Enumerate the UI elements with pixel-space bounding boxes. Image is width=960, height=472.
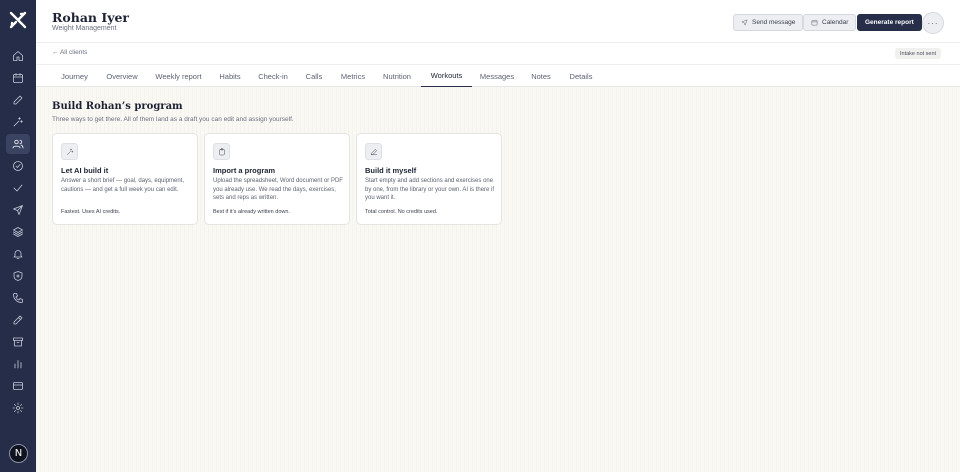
generate-report-button[interactable]: Generate report	[857, 14, 922, 31]
sub-bar: ← All clients Intake not sent	[36, 43, 960, 64]
option-card-build-myself[interactable]: Build it myself Start empty and add sect…	[356, 133, 502, 225]
tab-messages[interactable]: Messages	[477, 65, 517, 87]
edit-icon[interactable]	[9, 311, 27, 329]
card-title: Let AI build it	[61, 166, 109, 175]
shield-icon[interactable]	[9, 267, 27, 285]
tab-metrics[interactable]: Metrics	[335, 65, 371, 87]
tab-workouts[interactable]: Workouts	[421, 65, 472, 87]
tab-notes[interactable]: Notes	[526, 65, 556, 87]
option-card-ai-build[interactable]: Let AI build it Answer a short brief — g…	[52, 133, 198, 225]
card-footnote: Best if it’s already written down.	[213, 209, 290, 215]
app-logo[interactable]	[8, 10, 28, 30]
all-clients-link[interactable]: ← All clients	[52, 49, 87, 56]
card-footnote: Total control. No credits used.	[365, 209, 438, 215]
option-card-import[interactable]: Import a program Upload the spreadsheet,…	[204, 133, 350, 225]
send-icon[interactable]	[9, 201, 27, 219]
tab-habits[interactable]: Habits	[214, 65, 246, 87]
users-icon[interactable]	[6, 134, 30, 154]
calendar-button[interactable]: Calendar	[803, 14, 857, 31]
bar-chart-icon[interactable]	[9, 355, 27, 373]
tab-overview[interactable]: Overview	[101, 65, 143, 87]
avatar[interactable]: N	[9, 444, 28, 463]
calendar-icon	[811, 20, 818, 26]
calendar-icon[interactable]	[9, 69, 27, 87]
archive-icon[interactable]	[9, 333, 27, 351]
generate-report-label: Generate report	[865, 19, 914, 26]
card-title: Build it myself	[365, 166, 417, 175]
layers-icon[interactable]	[9, 223, 27, 241]
clipboard-icon	[213, 143, 230, 160]
tab-nutrition[interactable]: Nutrition	[379, 65, 415, 87]
more-options-button[interactable]: ···	[922, 12, 944, 34]
intake-status-badge: Intake not sent	[895, 48, 942, 59]
home-icon[interactable]	[9, 47, 27, 65]
phone-icon[interactable]	[9, 289, 27, 307]
credit-card-icon[interactable]	[9, 377, 27, 395]
send-icon	[741, 19, 748, 26]
sparkle-icon[interactable]	[9, 113, 27, 131]
tab-journey[interactable]: Journey	[52, 65, 97, 87]
sidebar: N	[0, 0, 36, 472]
client-program: Weight Management	[52, 25, 117, 32]
card-description: Start empty and add sections and exercis…	[365, 178, 495, 202]
sparkle-icon	[61, 143, 78, 160]
client-tabs: Journey Overview Weekly report Habits Ch…	[36, 64, 960, 87]
client-name: Rohan Iyer	[52, 10, 130, 25]
tab-check-in[interactable]: Check-in	[254, 65, 292, 87]
page-title: Build Rohan’s program	[52, 101, 183, 112]
pencil-icon[interactable]	[9, 91, 27, 109]
card-title: Import a program	[213, 166, 276, 175]
send-message-button[interactable]: Send message	[733, 14, 804, 31]
send-message-label: Send message	[752, 19, 796, 26]
card-description: Answer a short brief — goal, days, equip…	[61, 178, 185, 193]
gear-icon[interactable]	[9, 399, 27, 417]
card-description: Upload the spreadsheet, Word document or…	[213, 178, 343, 202]
page-subtitle: Three ways to get there. All of them lan…	[52, 116, 294, 123]
workouts-panel: Build Rohan’s program Three ways to get …	[36, 87, 960, 472]
client-header: Rohan Iyer Weight Management Send messag…	[36, 0, 960, 43]
check-icon[interactable]	[9, 179, 27, 197]
bell-icon[interactable]	[9, 245, 27, 263]
card-footnote: Fastest. Uses AI credits.	[61, 209, 121, 215]
check-circle-icon[interactable]	[9, 157, 27, 175]
calendar-label: Calendar	[822, 19, 849, 26]
pencil-icon	[365, 143, 382, 160]
tab-weekly-report[interactable]: Weekly report	[150, 65, 207, 87]
tab-details[interactable]: Details	[565, 65, 597, 87]
tab-calls[interactable]: Calls	[301, 65, 327, 87]
